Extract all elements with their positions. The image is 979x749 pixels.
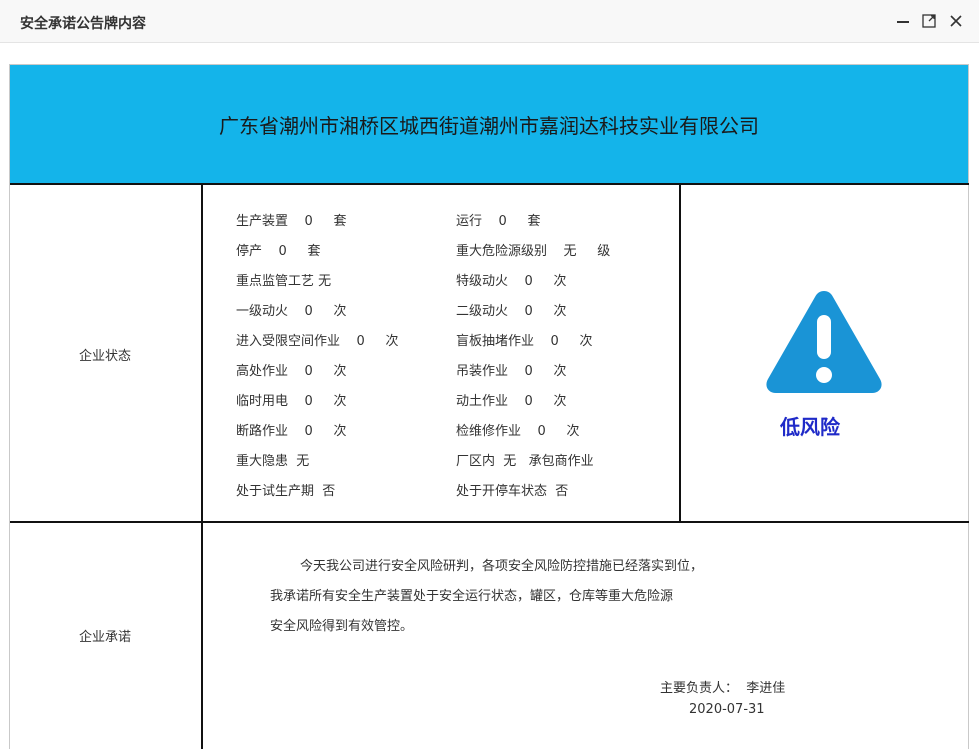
status-row-label: 企业状态 [78, 349, 131, 364]
status-item: 处于试生产期 否 [236, 484, 336, 499]
status-item: 一级动火 0 次 [236, 304, 347, 319]
status-item: 厂区内 无 承包商作业 [456, 454, 594, 469]
pledge-date: 2020-07-31 [689, 702, 765, 717]
status-item: 检维修作业 0 次 [456, 424, 580, 439]
close-icon[interactable] [946, 11, 966, 31]
divider [10, 521, 969, 523]
status-item: 重大危险源级别 无 级 [456, 244, 611, 259]
status-item: 二级动火 0 次 [456, 304, 567, 319]
warning-triangle-icon [762, 285, 886, 401]
divider [679, 183, 681, 523]
status-item: 特级动火 0 次 [456, 274, 567, 289]
divider [201, 183, 203, 749]
pledge-text-line: 我承诺所有安全生产装置处于安全运行状态，罐区，仓库等重大危险源 [270, 589, 674, 604]
risk-level-label: 低风险 [780, 415, 840, 439]
status-item: 吊装作业 0 次 [456, 364, 567, 379]
status-item: 运行 0 套 [456, 214, 541, 229]
pledge-text-line: 安全风险得到有效管控。 [270, 619, 414, 634]
status-item: 停产 0 套 [236, 244, 321, 259]
minimize-icon[interactable] [893, 11, 913, 31]
pledge-row-label: 企业承诺 [78, 630, 131, 645]
maximize-icon[interactable] [919, 11, 939, 31]
responsible-person: 主要负责人： 李进佳 [660, 681, 786, 696]
status-item: 动土作业 0 次 [456, 394, 567, 409]
status-item: 重大隐患 无 [236, 454, 310, 469]
status-item: 重点监管工艺 无 [236, 274, 332, 289]
pledge-text-line: 今天我公司进行安全风险研判，各项安全风险防控措施已经落实到位， [300, 559, 704, 574]
status-item: 高处作业 0 次 [236, 364, 347, 379]
status-item: 断路作业 0 次 [236, 424, 347, 439]
status-item: 处于开停车状态 否 [456, 484, 569, 499]
status-item: 进入受限空间作业 0 次 [236, 334, 399, 349]
status-item: 临时用电 0 次 [236, 394, 347, 409]
divider [10, 183, 969, 185]
company-header: 广东省潮州市湘桥区城西街道潮州市嘉润达科技实业有限公司 [10, 65, 968, 183]
status-item: 生产装置 0 套 [236, 214, 347, 229]
status-item: 盲板抽堵作业 0 次 [456, 334, 593, 349]
window-titlebar: 安全承诺公告牌内容 [0, 0, 979, 43]
window-title: 安全承诺公告牌内容 [20, 16, 146, 32]
company-name: 广东省潮州市湘桥区城西街道潮州市嘉润达科技实业有限公司 [219, 113, 759, 138]
